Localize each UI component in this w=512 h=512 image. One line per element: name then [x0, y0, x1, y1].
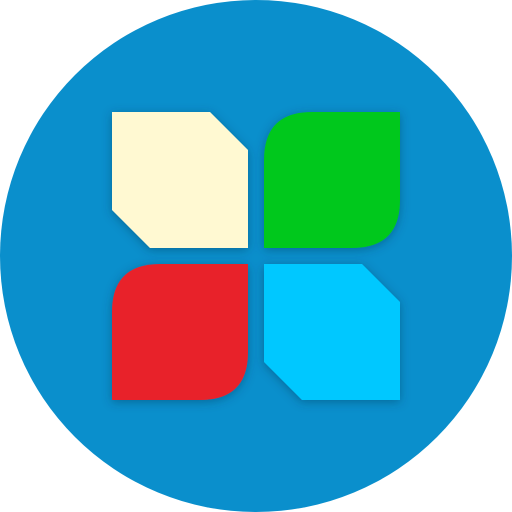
app-icon-canvas: [0, 0, 512, 512]
four-tile-app-icon: [0, 0, 512, 512]
background-circle: [0, 0, 512, 512]
green-leaf-tile-icon: [264, 112, 400, 248]
cyan-tile-icon: [264, 264, 400, 400]
red-leaf-tile-icon: [112, 264, 248, 400]
cream-tile-icon: [112, 112, 248, 248]
